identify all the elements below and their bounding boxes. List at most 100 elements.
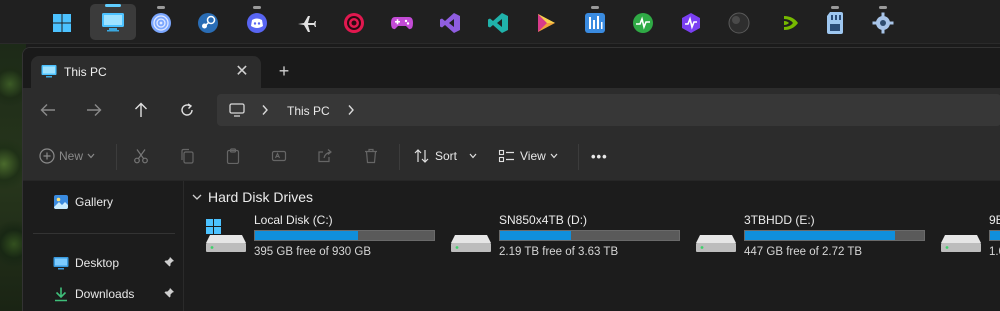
dark-sphere-icon[interactable]: [722, 6, 756, 40]
drive-item[interactable]: SN850x4TB (D:) 2.19 TB free of 3.63 TB: [449, 213, 689, 261]
sort-arrows-icon: [414, 149, 429, 163]
sidebar-item-label: Desktop: [75, 256, 120, 270]
vscode-icon[interactable]: [481, 6, 515, 40]
tab-title: This PC: [64, 65, 107, 79]
pin-icon[interactable]: [163, 287, 175, 302]
drive-name: 9B: [989, 213, 1000, 227]
file-explorer-taskbar-icon[interactable]: [90, 4, 136, 40]
view-label: View: [520, 149, 546, 163]
clipboard-icon: [226, 148, 240, 164]
sort-button[interactable]: Sort: [413, 145, 477, 167]
steam-icon[interactable]: [191, 6, 225, 40]
share-button[interactable]: [317, 145, 333, 167]
sort-label: Sort: [435, 149, 458, 163]
view-list-icon: [498, 149, 514, 163]
chevron-down-icon: [469, 153, 477, 159]
drive-item[interactable]: 3TBHDD (E:) 447 GB free of 2.72 TB: [694, 213, 934, 261]
address-bar[interactable]: This PC: [217, 94, 1000, 126]
section-header-hard-disk-drives[interactable]: Hard Disk Drives: [192, 189, 313, 205]
new-label: New: [59, 149, 84, 163]
hard-drive-icon: [939, 219, 983, 256]
gamepad-app-icon[interactable]: [385, 6, 419, 40]
tab-this-pc[interactable]: This PC ✕: [31, 56, 261, 88]
drive-usage-bar: [499, 230, 680, 241]
start-icon[interactable]: [45, 6, 79, 40]
paste-button[interactable]: [225, 145, 241, 167]
drive-name: 3TBHDD (E:): [744, 213, 815, 227]
chevron-down-icon: [550, 153, 558, 159]
drive-item[interactable]: 9B 1.0: [939, 213, 1000, 261]
sidebar-item-label: Downloads: [75, 287, 135, 301]
gear-app-icon[interactable]: [866, 6, 900, 40]
drive-free-space: 447 GB free of 2.72 TB: [744, 246, 863, 258]
chevron-down-icon: [87, 153, 95, 159]
toolbar-divider: [399, 144, 400, 170]
file-explorer-window: This PC ✕ + This PC New Sort View ••• Ga…: [22, 47, 1000, 311]
drive-usage-bar: [254, 230, 435, 241]
drive-free-space: 1.0: [989, 246, 1000, 258]
visual-studio-icon[interactable]: [433, 6, 467, 40]
airplane-app-icon[interactable]: [289, 6, 323, 40]
navigation-pane: Gallery Desktop Downloads: [23, 181, 183, 311]
rename-icon: [271, 150, 287, 162]
drive-free-space: 2.19 TB free of 3.63 TB: [499, 246, 619, 258]
gallery-icon: [54, 195, 68, 209]
trash-icon: [365, 148, 377, 164]
sidebar-divider: [33, 233, 175, 234]
back-arrow-icon[interactable]: [35, 98, 61, 122]
copy-button[interactable]: [179, 145, 195, 167]
nvidia-icon[interactable]: [770, 6, 804, 40]
computer-icon: [41, 64, 57, 82]
sidebar-item-desktop[interactable]: Desktop: [53, 253, 175, 273]
sidebar-item-gallery[interactable]: Gallery: [53, 192, 113, 212]
drive-free-space: 395 GB free of 930 GB: [254, 246, 371, 258]
copy-icon: [181, 148, 194, 164]
drive-usage-bar: [989, 230, 1000, 241]
sidebar-item-label: Gallery: [75, 195, 114, 209]
hard-drive-windows-icon: [204, 219, 248, 256]
delete-button[interactable]: [363, 145, 379, 167]
forward-arrow-icon[interactable]: [81, 98, 107, 122]
toolbar-divider: [578, 144, 579, 170]
view-button[interactable]: View: [498, 145, 558, 167]
record-app-icon[interactable]: [337, 6, 371, 40]
title-bar: This PC ✕ +: [23, 48, 1000, 88]
pin-icon[interactable]: [163, 256, 175, 271]
toolbar-divider: [116, 144, 117, 170]
chevron-right-icon[interactable]: [261, 104, 269, 119]
up-arrow-icon[interactable]: [128, 98, 154, 122]
share-icon: [318, 149, 332, 163]
pulse-monitor-icon[interactable]: [674, 6, 708, 40]
drive-name: Local Disk (C:): [254, 213, 333, 227]
rename-button[interactable]: [271, 145, 287, 167]
play-triangle-app-icon[interactable]: [529, 6, 563, 40]
drive-name: SN850x4TB (D:): [499, 213, 588, 227]
equalizer-app-icon[interactable]: [578, 6, 612, 40]
drive-item[interactable]: Local Disk (C:) 395 GB free of 930 GB: [204, 213, 444, 261]
drive-usage-bar: [744, 230, 925, 241]
cut-button[interactable]: [133, 145, 149, 167]
command-bar: New Sort View •••: [23, 132, 1000, 181]
sidebar-item-downloads[interactable]: Downloads: [53, 284, 175, 304]
breadcrumb-this-pc[interactable]: This PC: [287, 104, 330, 118]
scissors-icon: [134, 149, 148, 164]
chevron-right-icon[interactable]: [347, 104, 355, 119]
download-arrow-icon: [55, 287, 67, 302]
disk-utility-icon[interactable]: [144, 6, 178, 40]
discord-icon[interactable]: [240, 6, 274, 40]
navigation-bar: This PC: [23, 88, 1000, 132]
refresh-icon[interactable]: [174, 98, 200, 122]
new-button[interactable]: New: [39, 145, 95, 167]
desktop-icon: [53, 257, 69, 270]
monitor-icon: [229, 103, 245, 120]
hard-drive-icon: [694, 219, 738, 256]
chevron-down-icon: [192, 194, 202, 200]
sd-card-app-icon[interactable]: [818, 6, 852, 40]
content-pane: Hard Disk Drives Local Disk (C:) 395 GB …: [184, 181, 1000, 311]
plus-circle-icon: [39, 148, 55, 164]
health-monitor-icon[interactable]: [626, 6, 660, 40]
close-tab-icon[interactable]: ✕: [231, 60, 253, 82]
hard-drive-icon: [449, 219, 493, 256]
new-tab-button[interactable]: +: [273, 60, 295, 82]
more-options-button[interactable]: •••: [591, 145, 608, 167]
